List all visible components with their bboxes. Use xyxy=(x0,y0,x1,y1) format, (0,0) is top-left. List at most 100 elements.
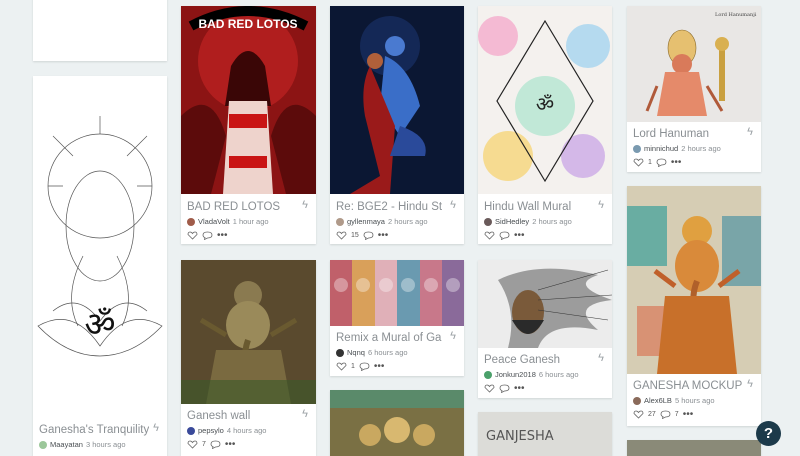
bolt-icon[interactable]: ϟ xyxy=(302,408,308,420)
comment-icon[interactable] xyxy=(359,362,370,371)
more-options-icon[interactable]: ••• xyxy=(514,383,525,393)
avatar[interactable] xyxy=(336,217,344,226)
card-title[interactable]: Ganesh wall xyxy=(187,410,250,422)
heart-icon[interactable] xyxy=(187,440,198,449)
artwork-image[interactable]: ॐ xyxy=(478,6,612,194)
card-actions: 15 ••• xyxy=(336,230,389,240)
more-options-icon[interactable]: ••• xyxy=(374,361,385,371)
comment-icon[interactable] xyxy=(202,231,213,240)
username[interactable]: SidHedley xyxy=(495,217,529,226)
card-title[interactable]: GANESHA MOCKUP xyxy=(633,380,742,392)
artwork-image[interactable]: GANJESHA xyxy=(478,412,612,456)
avatar[interactable] xyxy=(187,426,195,435)
card-ganeshas-tranquility[interactable]: ॐ Ganesha's Tranquility ϟ Maayatan 3 hou… xyxy=(33,76,167,456)
username[interactable]: minnichud xyxy=(644,144,678,153)
card-ganesha-mockup[interactable]: GANESHA MOCKUP ϟ Alex6LB 5 hours ago 27 … xyxy=(627,186,761,426)
username[interactable]: gyllenmaya xyxy=(347,217,385,226)
username[interactable]: pepsylo xyxy=(198,426,224,435)
artwork-image[interactable]: ॐ xyxy=(33,76,167,396)
artwork-text: ॐ xyxy=(536,92,554,116)
timestamp: 6 hours ago xyxy=(367,348,408,357)
comment-icon[interactable] xyxy=(363,231,374,240)
username[interactable]: Jonkun2018 xyxy=(495,370,536,379)
artwork-image[interactable] xyxy=(330,390,464,456)
comment-count: 7 xyxy=(674,411,679,418)
artwork-image[interactable] xyxy=(330,260,464,326)
more-options-icon[interactable]: ••• xyxy=(671,157,682,167)
card-actions: ••• xyxy=(484,230,525,240)
like-count: 7 xyxy=(202,441,206,448)
heart-icon[interactable] xyxy=(484,384,495,393)
avatar[interactable] xyxy=(484,370,492,379)
artwork-image[interactable] xyxy=(330,6,464,194)
avatar[interactable] xyxy=(187,217,195,226)
card-actions: 1 ••• xyxy=(336,361,385,371)
artwork-image[interactable] xyxy=(478,260,612,348)
card-bottom-partial[interactable] xyxy=(627,440,761,456)
card-ganesh-wall[interactable]: Ganesh wall ϟ pepsylo 4 hours ago 7 ••• xyxy=(181,260,316,456)
card-top-left[interactable] xyxy=(33,0,167,61)
heart-icon[interactable] xyxy=(633,410,644,419)
bolt-icon[interactable]: ϟ xyxy=(450,199,456,211)
more-options-icon[interactable]: ••• xyxy=(683,409,694,419)
bolt-icon[interactable]: ϟ xyxy=(153,422,159,434)
avatar[interactable] xyxy=(336,348,344,357)
avatar[interactable] xyxy=(484,217,492,226)
card-bge2-hindu-stories[interactable]: Re: BGE2 - Hindu Stories ϟ gyllenmaya 2 … xyxy=(330,6,464,244)
artwork-image[interactable] xyxy=(181,260,316,404)
more-options-icon[interactable]: ••• xyxy=(225,439,236,449)
avatar[interactable] xyxy=(39,440,47,449)
bolt-icon[interactable]: ϟ xyxy=(598,199,604,211)
help-button[interactable]: ? xyxy=(756,421,781,446)
card-meta: pepsylo 4 hours ago xyxy=(187,426,266,435)
card-title[interactable]: Peace Ganesh xyxy=(484,354,560,366)
card-bad-red-lotos[interactable]: BAD RED LOTOS BAD RED LOTOS ϟ VladaVolt … xyxy=(181,6,316,244)
card-hindu-wall-mural[interactable]: ॐ Hindu Wall Mural ϟ SidHedley 2 hours a… xyxy=(478,6,612,244)
card-remix-mural-ganesha[interactable]: Remix a Mural of Ganesha ϟ Nqnq 6 hours … xyxy=(330,260,464,376)
bolt-icon[interactable]: ϟ xyxy=(747,378,753,390)
bolt-icon[interactable]: ϟ xyxy=(598,352,604,364)
more-options-icon[interactable]: ••• xyxy=(378,230,389,240)
card-meta: Nqnq 6 hours ago xyxy=(336,348,408,357)
card-title[interactable]: BAD RED LOTOS xyxy=(187,201,280,213)
like-count: 1 xyxy=(351,363,355,370)
username[interactable]: Maayatan xyxy=(50,440,83,449)
username[interactable]: Alex6LB xyxy=(644,396,672,405)
card-actions: 7 ••• xyxy=(187,439,236,449)
comment-icon[interactable] xyxy=(656,158,667,167)
comment-icon[interactable] xyxy=(499,384,510,393)
artwork-image[interactable]: Lord Hanumanji xyxy=(627,6,761,122)
more-options-icon[interactable]: ••• xyxy=(217,230,228,240)
heart-icon[interactable] xyxy=(336,362,347,371)
heart-icon[interactable] xyxy=(484,231,495,240)
heart-icon[interactable] xyxy=(336,231,347,240)
comment-icon[interactable] xyxy=(660,410,671,419)
username[interactable]: Nqnq xyxy=(347,348,365,357)
heart-icon[interactable] xyxy=(187,231,198,240)
card-lord-hanuman[interactable]: Lord Hanumanji Lord Hanuman ϟ minnichud … xyxy=(627,6,761,172)
card-ganjesha-sketch[interactable]: GANJESHA xyxy=(478,412,612,456)
artwork-image[interactable] xyxy=(627,186,761,374)
card-title[interactable]: Ganesha's Tranquility xyxy=(39,424,149,436)
card-meta: Alex6LB 5 hours ago xyxy=(633,396,715,405)
bolt-icon[interactable]: ϟ xyxy=(747,126,753,138)
card-title[interactable]: Remix a Mural of Ganesha xyxy=(336,332,442,344)
card-multi-head-artwork[interactable] xyxy=(330,390,464,456)
card-title[interactable]: Hindu Wall Mural xyxy=(484,201,571,213)
timestamp: 2 hours ago xyxy=(532,217,572,226)
card-title[interactable]: Re: BGE2 - Hindu Stories xyxy=(336,201,442,213)
avatar[interactable] xyxy=(633,396,641,405)
om-symbol: ॐ xyxy=(84,305,115,345)
username[interactable]: VladaVolt xyxy=(198,217,230,226)
card-peace-ganesh[interactable]: Peace Ganesh ϟ Jonkun2018 6 hours ago ••… xyxy=(478,260,612,398)
artwork-image[interactable] xyxy=(627,440,761,456)
bolt-icon[interactable]: ϟ xyxy=(302,199,308,211)
comment-icon[interactable] xyxy=(499,231,510,240)
card-title[interactable]: Lord Hanuman xyxy=(633,128,709,140)
more-options-icon[interactable]: ••• xyxy=(514,230,525,240)
bolt-icon[interactable]: ϟ xyxy=(450,330,456,342)
artwork-image[interactable]: BAD RED LOTOS xyxy=(181,6,316,194)
heart-icon[interactable] xyxy=(633,158,644,167)
comment-icon[interactable] xyxy=(210,440,221,449)
avatar[interactable] xyxy=(633,144,641,153)
